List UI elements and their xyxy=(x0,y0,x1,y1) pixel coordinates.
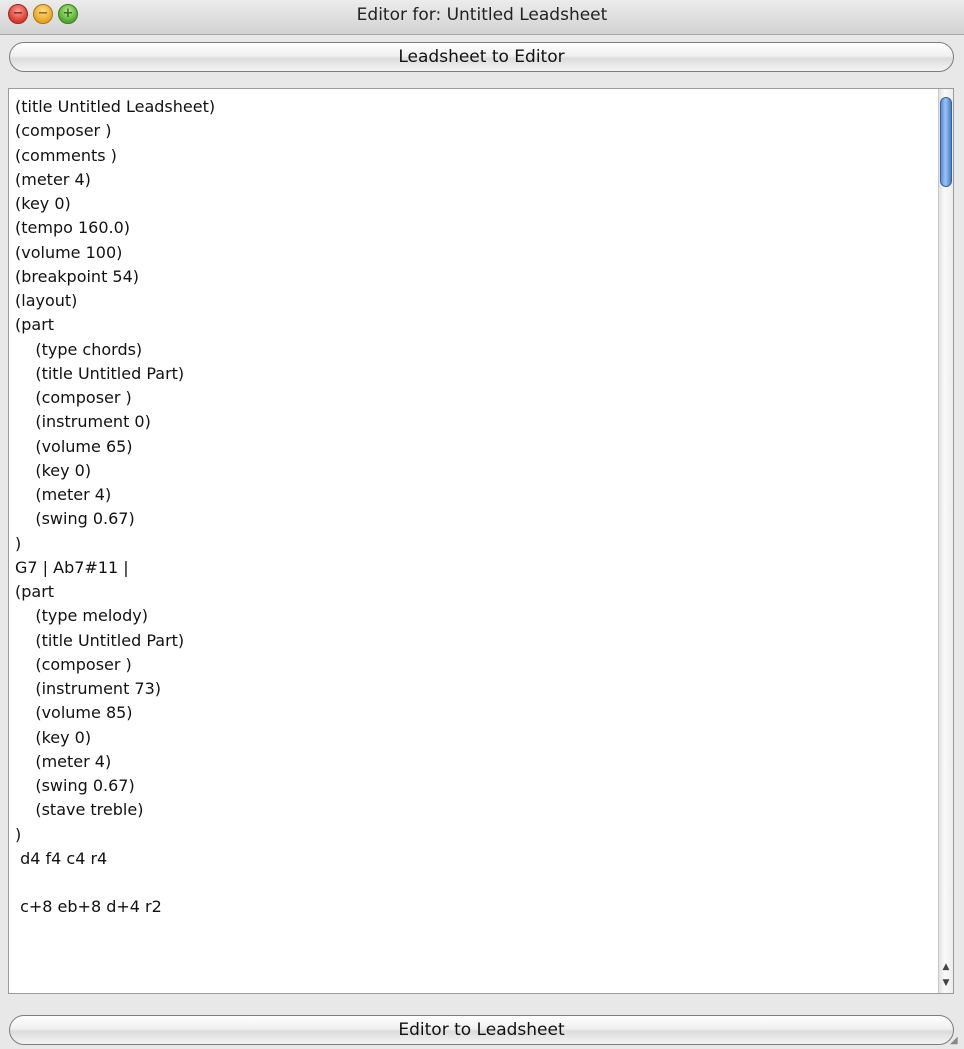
resize-grip-icon[interactable]: ◢ xyxy=(950,1035,962,1047)
editor-to-leadsheet-button[interactable]: Editor to Leadsheet xyxy=(9,1015,954,1045)
leadsheet-source-text[interactable]: (title Untitled Leadsheet) (composer ) (… xyxy=(9,89,939,993)
scroll-thumb[interactable] xyxy=(940,97,952,187)
title-bar[interactable]: − − + Editor for: Untitled Leadsheet xyxy=(0,0,964,35)
editor-window: − − + Editor for: Untitled Leadsheet Lea… xyxy=(0,0,964,1049)
leadsheet-to-editor-button[interactable]: Leadsheet to Editor xyxy=(9,42,954,72)
vertical-scrollbar[interactable]: ▲ ▼ xyxy=(938,89,953,993)
scroll-up-arrow-icon[interactable]: ▲ xyxy=(939,960,953,975)
window-title: Editor for: Untitled Leadsheet xyxy=(356,5,608,25)
scroll-down-arrow-icon[interactable]: ▼ xyxy=(939,976,953,991)
editor-text-area[interactable]: (title Untitled Leadsheet) (composer ) (… xyxy=(8,88,954,994)
